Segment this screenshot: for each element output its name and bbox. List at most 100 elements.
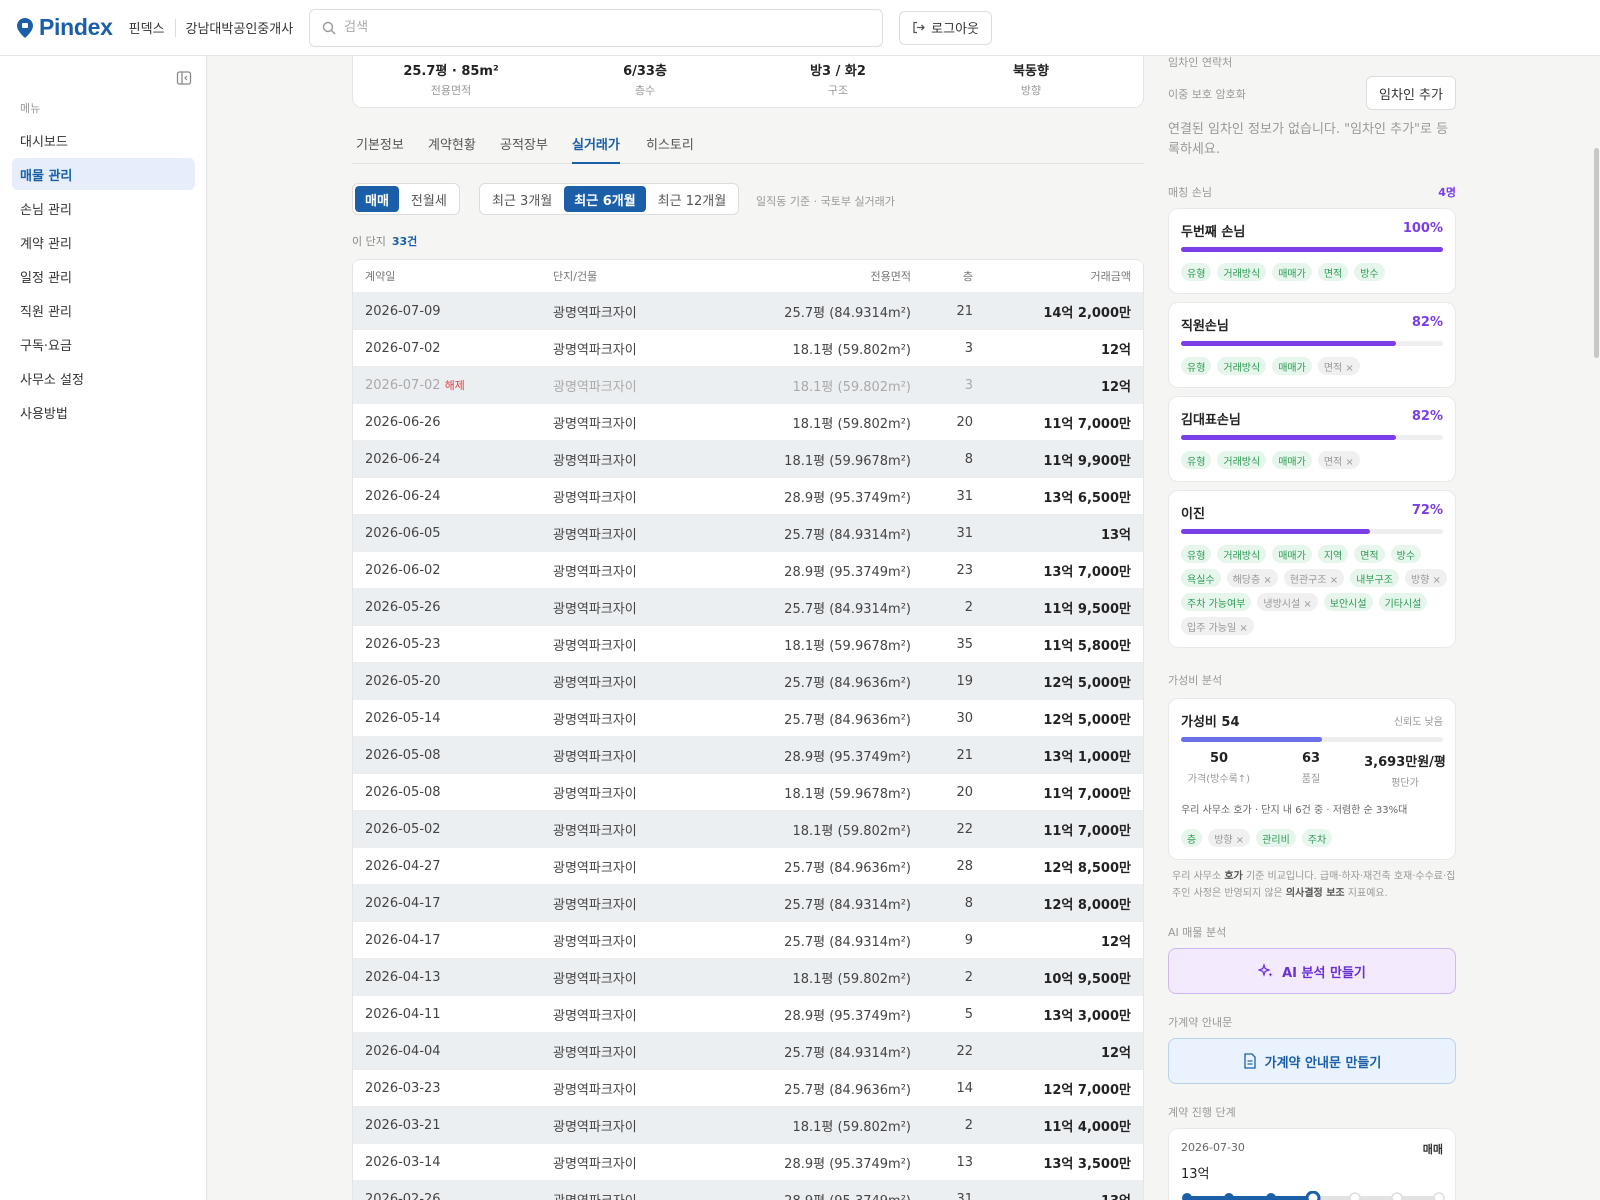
matching-client-card[interactable]: 직원손님 82% 유형 거래방식 매매가 면적 × <box>1168 302 1456 388</box>
table-row[interactable]: 2026-04-17 광명역파크자이 25.7평 (84.9314m²) 9 12억 <box>353 922 1143 959</box>
match-percent: 82% <box>1411 409 1443 424</box>
cell-floor: 19 <box>956 673 973 689</box>
sidebar-item-office-settings[interactable]: 사무소 설정 <box>12 362 195 394</box>
logo[interactable]: Pindex <box>16 14 113 41</box>
cell-area: 28.9평 (95.3749m²) <box>784 749 911 765</box>
match-criteria: 유형 거래방식 매매가 지역 면적 방수 욕실수 해당층 × 현관구조 × 내부구조 방향 × 주차 … <box>1181 545 1449 635</box>
tab-real-transactions[interactable]: 실거래가 <box>572 134 620 164</box>
cell-area: 28.9평 (95.3749m²) <box>784 564 911 580</box>
table-row[interactable]: 2026-04-11 광명역파크자이 28.9평 (95.3749m²) 5 13억 3… <box>353 996 1143 1033</box>
provisional-contract-button[interactable]: 가계약 안내문 만들기 <box>1168 1038 1456 1084</box>
header-floor[interactable]: 층 <box>963 260 973 292</box>
sidebar-item-staff[interactable]: 직원 관리 <box>12 294 195 326</box>
cell-price: 12억 <box>1100 379 1131 395</box>
ai-analysis-label: AI 분석 만들기 <box>1282 965 1366 981</box>
header-date[interactable]: 계약일 <box>365 260 395 292</box>
period-6m[interactable]: 최근 6개월 <box>564 186 646 212</box>
logout-icon <box>913 21 926 34</box>
table-row[interactable]: 2026-05-23 광명역파크자이 18.1평 (59.9678m²) 35 11억 … <box>353 626 1143 663</box>
sidebar-item-dashboard[interactable]: 대시보드 <box>12 124 195 156</box>
sidebar-item-subscription[interactable]: 구독·요금 <box>12 328 195 360</box>
tab-basic-info[interactable]: 기본정보 <box>356 134 404 164</box>
table-row[interactable]: 2026-05-08 광명역파크자이 28.9평 (95.3749m²) 21 13억 … <box>353 737 1143 774</box>
summary-direction-label: 방향 <box>1020 84 1042 97</box>
stat-price: 50 가격(방수록↑) <box>1173 751 1265 785</box>
cell-price: 11억 4,000만 <box>1043 1119 1131 1135</box>
table-row[interactable]: 2026-04-13 광명역파크자이 18.1평 (59.802m²) 2 10억 9,… <box>353 959 1143 996</box>
match-criterion-chip: 거래방식 <box>1217 357 1267 375</box>
table-row[interactable]: 2026-07-02 광명역파크자이 18.1평 (59.802m²) 3 12억 <box>353 330 1143 367</box>
header-price[interactable]: 거래금액 <box>1091 260 1131 292</box>
table-row[interactable]: 2026-05-02 광명역파크자이 18.1평 (59.802m²) 22 11억 7… <box>353 811 1143 848</box>
cell-complex: 광명역파크자이 <box>553 564 637 580</box>
client-name: 직원손님 <box>1181 319 1229 334</box>
step-progress <box>1181 1190 1445 1200</box>
matching-client-card[interactable]: 김대표손님 82% 유형 거래방식 매매가 면적 × <box>1168 396 1456 482</box>
match-percent: 72% <box>1411 503 1443 518</box>
table-row[interactable]: 2026-07-09 광명역파크자이 25.7평 (84.9314m²) 21 14억 … <box>353 293 1143 330</box>
cell-date: 2026-03-23 <box>365 1080 441 1096</box>
sidebar-item-contracts[interactable]: 계약 관리 <box>12 226 195 258</box>
header-area[interactable]: 전용면적 <box>871 260 911 292</box>
tab-public-records[interactable]: 공적장부 <box>500 134 548 164</box>
value-score-bar <box>1181 737 1443 742</box>
cell-complex: 광명역파크자이 <box>553 601 637 617</box>
cell-complex: 광명역파크자이 <box>553 416 637 432</box>
table-row[interactable]: 2026-05-14 광명역파크자이 25.7평 (84.9636m²) 30 12억 … <box>353 700 1143 737</box>
value-criterion-chip: 주차 <box>1301 829 1333 847</box>
match-bar-fill <box>1181 341 1396 346</box>
table-row[interactable]: 2026-06-26 광명역파크자이 18.1평 (59.802m²) 20 11억 7… <box>353 404 1143 441</box>
tab-history[interactable]: 히스토리 <box>646 134 694 164</box>
cell-floor: 22 <box>956 821 973 837</box>
matching-client-card[interactable]: 이진 72% 유형 거래방식 매매가 지역 면적 방수 욕실수 해당층 × 현관구조 × 내부구조 방향… <box>1168 490 1456 648</box>
table-row[interactable]: 2026-04-27 광명역파크자이 25.7평 (84.9636m²) 28 12억 … <box>353 848 1143 885</box>
stat-unit-price-label: 평단가 <box>1391 778 1419 789</box>
table-row[interactable]: 2026-05-26 광명역파크자이 25.7평 (84.9314m²) 2 11억 9… <box>353 589 1143 626</box>
main-content: 25.7평 · 85m² 전용면적 6/33층 층수 방3 / 화2 구조 북동향 방향… <box>352 56 1144 1200</box>
table-row[interactable]: 2026-05-20 광명역파크자이 25.7평 (84.9636m²) 19 12억 … <box>353 663 1143 700</box>
match-percent: 82% <box>1411 315 1443 330</box>
table-row[interactable]: 2026-06-24 광명역파크자이 18.1평 (59.9678m²) 8 11억 9… <box>353 441 1143 478</box>
table-row[interactable]: 2026-04-04 광명역파크자이 25.7평 (84.9314m²) 22 12억 <box>353 1033 1143 1070</box>
value-chips: 층 방향 × 관리비 주차 <box>1181 829 1449 847</box>
table-row[interactable]: 2026-05-08 광명역파크자이 18.1평 (59.9678m²) 20 11억 … <box>353 774 1143 811</box>
table-row[interactable]: 2026-03-23 광명역파크자이 25.7평 (84.9636m²) 14 12억 … <box>353 1070 1143 1107</box>
summary-structure-value: 방3 / 화2 <box>810 64 866 79</box>
table-row[interactable]: 2026-06-24 광명역파크자이 28.9평 (95.3749m²) 31 13억 … <box>353 478 1143 515</box>
sidebar-item-help[interactable]: 사용방법 <box>12 396 195 428</box>
header-complex[interactable]: 단지/건물 <box>553 260 597 292</box>
cell-floor: 28 <box>956 858 973 874</box>
deal-type-sale[interactable]: 매매 <box>355 186 399 212</box>
table-row[interactable]: 2026-06-05 광명역파크자이 25.7평 (84.9314m²) 31 13억 <box>353 515 1143 552</box>
match-criterion-chip: 냉방시설 × <box>1257 593 1318 611</box>
sidebar-item-listings[interactable]: 매물 관리 <box>12 158 195 190</box>
period-3m[interactable]: 최근 3개월 <box>482 186 562 212</box>
sidebar-item-clients[interactable]: 손님 관리 <box>12 192 195 224</box>
cell-complex: 광명역파크자이 <box>553 786 637 802</box>
period-12m[interactable]: 최근 12개월 <box>648 186 737 212</box>
sidebar-item-schedule[interactable]: 일정 관리 <box>12 260 195 292</box>
match-criterion-chip: 거래방식 <box>1217 545 1267 563</box>
match-criterion-chip: 유형 <box>1181 451 1212 469</box>
sidebar-collapse-button[interactable] <box>176 70 192 90</box>
cell-date: 2026-03-14 <box>365 1154 441 1170</box>
cell-complex: 광명역파크자이 <box>553 675 637 691</box>
client-name: 두번째 손님 <box>1181 225 1246 240</box>
matching-client-card[interactable]: 두번째 손님 100% 유형 거래방식 매매가 면적 방수 <box>1168 208 1456 294</box>
logout-button[interactable]: 로그아웃 <box>899 10 992 45</box>
tab-contract-status[interactable]: 계약현황 <box>428 134 476 164</box>
table-row[interactable]: 2026-04-17 광명역파크자이 25.7평 (84.9314m²) 8 12억 8… <box>353 885 1143 922</box>
page-scrollbar[interactable] <box>1594 148 1599 358</box>
add-tenant-button[interactable]: 임차인 추가 <box>1366 76 1456 110</box>
table-row[interactable]: 2026-07-02 해제 광명역파크자이 18.1평 (59.802m²) 3 12억 <box>353 367 1143 404</box>
menu-header: 메뉴 <box>20 102 41 115</box>
client-name: 이진 <box>1181 507 1205 522</box>
deal-type-rent[interactable]: 전월세 <box>401 186 457 212</box>
table-row[interactable]: 2026-03-21 광명역파크자이 18.1평 (59.802m²) 2 11억 4,… <box>353 1107 1143 1144</box>
table-row[interactable]: 2026-06-02 광명역파크자이 28.9평 (95.3749m²) 23 13억 … <box>353 552 1143 589</box>
summary-direction: 북동향 방향 <box>951 60 1111 98</box>
table-row[interactable]: 2026-03-14 광명역파크자이 28.9평 (95.3749m²) 13 13억 … <box>353 1144 1143 1181</box>
search-input[interactable] <box>344 20 883 35</box>
ai-analysis-button[interactable]: AI 분석 만들기 <box>1168 948 1456 994</box>
table-row[interactable]: 2026-02-26 광명역파크자이 28.9평 (95.3749m²) 31 13억 <box>353 1181 1143 1200</box>
